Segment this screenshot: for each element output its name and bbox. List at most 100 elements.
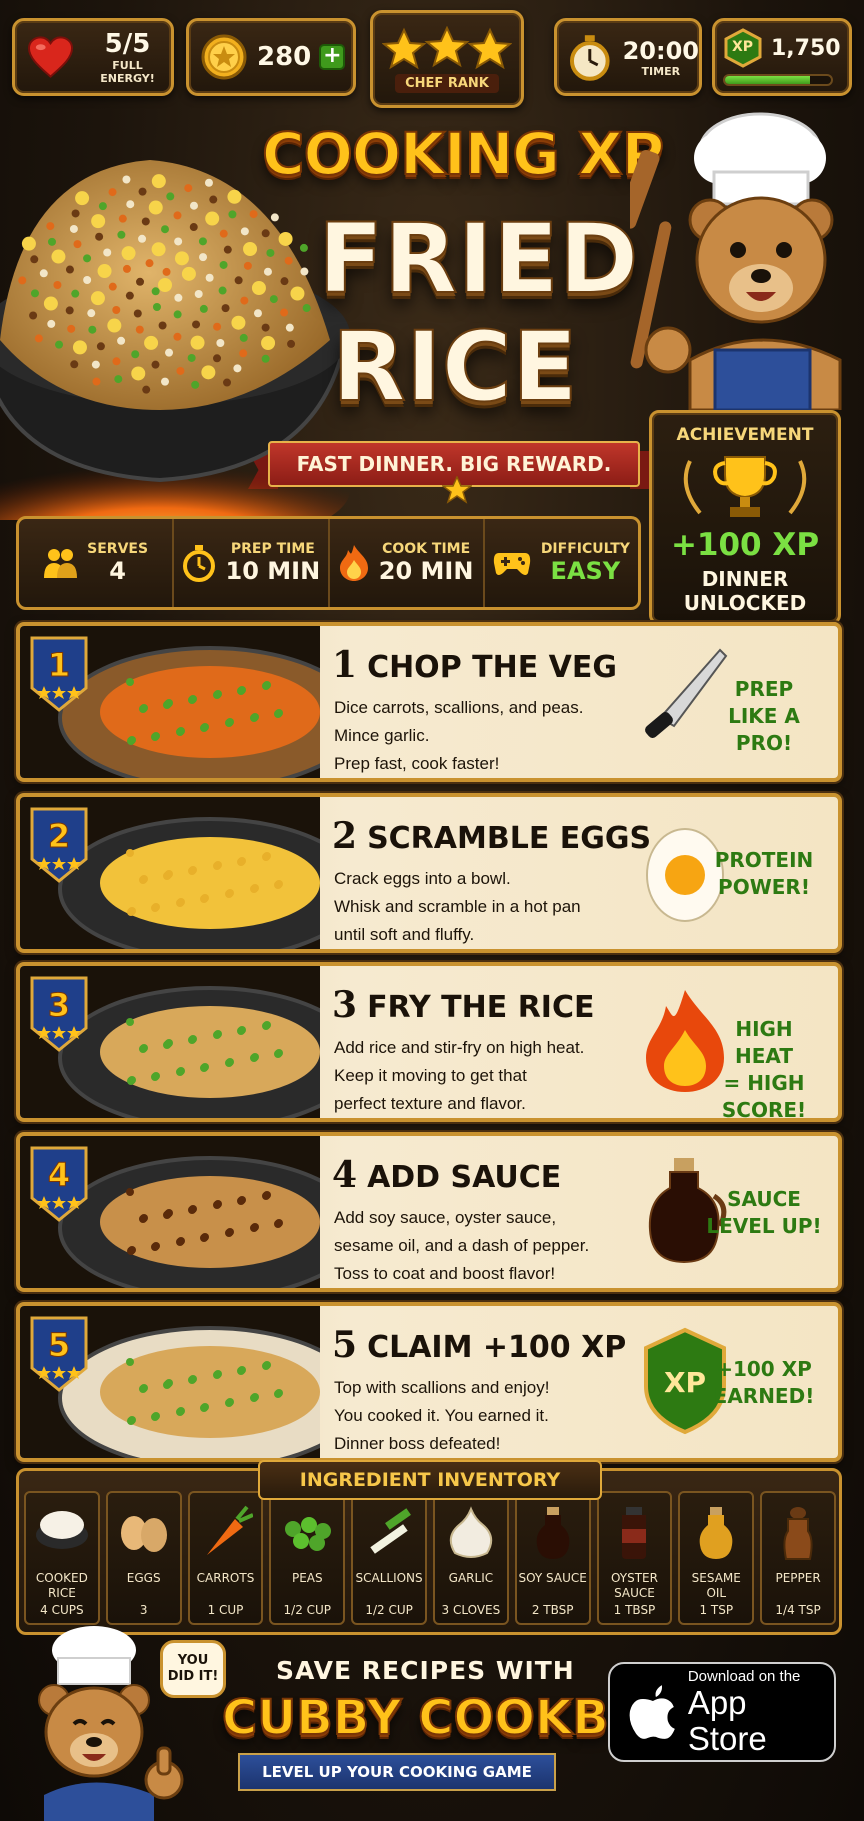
rice-grain [204, 178, 213, 187]
step-title: 5 CLAIM +100 XP [332, 1324, 626, 1366]
step-title: 3 FRY THE RICE [332, 984, 594, 1026]
step-tag: PREP LIKE A PRO! [704, 676, 824, 757]
coins-panel[interactable]: 280 + [186, 18, 356, 96]
step-description: Top with scallions and enjoy! You cooked… [334, 1374, 634, 1458]
step-card: 5 5 CLAIM +100 XP Top with scallions and … [16, 1302, 842, 1462]
rice-grain [261, 229, 270, 238]
rice-grain [194, 289, 203, 298]
inventory-item-qty: 1 TBSP [613, 1603, 656, 1617]
rice-grain [174, 251, 189, 266]
rice-grain [118, 214, 127, 223]
rice-grain [30, 289, 39, 298]
step-description: Add rice and stir-fry on high heat. Keep… [334, 1034, 634, 1118]
rice-grain [91, 214, 106, 229]
rice-grain [117, 230, 126, 239]
svg-text:3: 3 [48, 986, 70, 1024]
inventory-item: OYSTER SAUCE 1 TBSP [596, 1491, 673, 1625]
step-tag: SAUCE LEVEL UP! [704, 1186, 824, 1240]
rice-grain [302, 304, 311, 313]
step-line: perfect texture and flavor. [334, 1094, 526, 1113]
rice-grain [29, 311, 38, 320]
rice-grain [71, 209, 80, 218]
step-line: Mince garlic. [334, 726, 430, 745]
rice-grain [287, 339, 296, 348]
rice-bowl-icon [35, 1511, 88, 1549]
rice-grain [138, 187, 147, 196]
app-store-button[interactable]: Download on the App Store [608, 1662, 836, 1762]
rice-grain [135, 325, 144, 334]
rice-grain [176, 366, 185, 375]
rice-grain [98, 202, 107, 211]
rice-grain [263, 267, 272, 276]
energy-panel[interactable]: 5/5 FULL ENERGY! [12, 18, 174, 96]
heart-icon [27, 36, 74, 78]
chef-rank-panel[interactable]: CHEF RANK [370, 10, 524, 108]
step-line: Add rice and stir-fry on high heat. [334, 1038, 585, 1057]
step-number: 2 [332, 815, 358, 857]
rice-grain [83, 254, 92, 263]
rice-grain [234, 276, 243, 285]
rice-grain [243, 261, 252, 270]
rice-grain [158, 321, 167, 330]
rice-grain [251, 281, 266, 296]
rice-grain [122, 264, 131, 273]
svg-text:1: 1 [48, 646, 70, 684]
recipe-info-bar: SERVES 4 PREP TIME 10 MIN COOK TIME 20 M… [16, 516, 641, 610]
prep-time-label: PREP TIME [230, 541, 315, 557]
rice-grain [218, 286, 227, 295]
title-cooking-xp: COOKING XP [261, 119, 665, 189]
inventory-item: PEPPER 1/4 TSP [760, 1491, 836, 1625]
prep-time-value: 10 MIN [225, 557, 321, 585]
inventory-item-name: CARROTS [196, 1571, 255, 1585]
rice-grain [219, 229, 228, 238]
rice-grain [90, 291, 105, 306]
rice-grain [65, 265, 74, 274]
difficulty-cell: DIFFICULTY EASY [485, 519, 638, 607]
step-number: 5 [332, 1324, 358, 1366]
rice-grain [43, 296, 58, 311]
xp-panel[interactable]: XP 1,750 [712, 18, 852, 96]
rice-grain [108, 282, 117, 291]
step-title-text: CHOP THE VEG [367, 650, 617, 685]
inventory-item-qty: 1 CUP [207, 1603, 244, 1617]
rice-grain [65, 306, 74, 315]
rice-grain [184, 184, 193, 193]
rice-grain [284, 256, 293, 265]
step-card: 4 4 ADD SAUCE Add soy sauce, oyster sauce… [16, 1132, 842, 1292]
apple-icon [629, 1685, 675, 1739]
rice-grain [71, 289, 80, 298]
step-line: Prep fast, cook faster! [334, 754, 500, 773]
rice-grain [221, 304, 230, 313]
rice-grain [280, 308, 289, 317]
rice-grain [199, 304, 208, 313]
rice-grain [162, 267, 171, 276]
timer-panel[interactable]: 20:00 TIMER [554, 18, 702, 96]
rice-grain [261, 335, 276, 350]
rice-grain [151, 360, 160, 369]
svg-text:XP: XP [664, 1366, 706, 1399]
rice-grain [141, 217, 150, 226]
rice-grain [223, 245, 232, 254]
step-tag-line: PREP [734, 677, 794, 701]
gamepad-icon [493, 553, 530, 575]
rice-grain [144, 335, 159, 350]
app-store-small-text: Download on the [687, 1667, 801, 1685]
inventory-item: CARROTS 1 CUP [187, 1491, 264, 1625]
rice-grain [198, 237, 207, 246]
plus-icon[interactable]: + [319, 44, 346, 70]
prep-time-cell: PREP TIME 10 MIN [174, 519, 330, 607]
step-line: sesame oil, and a dash of pepper. [334, 1236, 590, 1255]
rice-grain [269, 295, 278, 304]
rice-grain [261, 323, 270, 332]
chef-rank-label: CHEF RANK [395, 73, 499, 93]
inventory-item-qty: 3 [139, 1603, 148, 1617]
rice-grain [138, 234, 147, 243]
speech-bubble: YOU DID IT! [160, 1640, 226, 1698]
rice-grain [173, 211, 182, 220]
coin-icon [201, 34, 247, 80]
step-number: 3 [332, 984, 358, 1026]
rice-grain [189, 201, 198, 210]
step-tag-line: +100 XP [716, 1357, 812, 1381]
timer-icon [182, 545, 215, 582]
xp-progress-fill [725, 76, 810, 84]
